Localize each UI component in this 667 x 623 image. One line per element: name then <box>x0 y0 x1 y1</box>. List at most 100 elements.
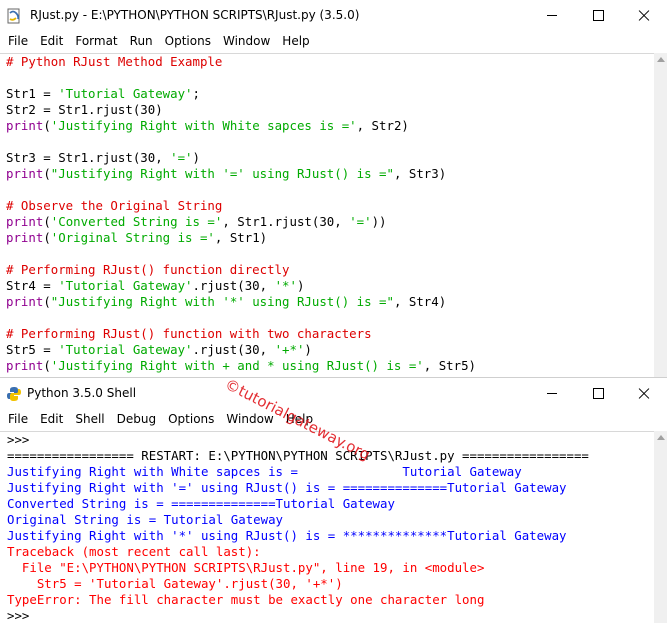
code-token: ================= RESTART: E:\PYTHON\PYT… <box>7 448 589 463</box>
code-token: >>> <box>7 432 37 447</box>
code-token: 'Justifying Right with White sapces is =… <box>50 118 357 133</box>
code-token: # Performing RJust() function directly <box>6 262 290 277</box>
menu-options[interactable]: Options <box>162 409 220 430</box>
code-token: '=' <box>170 150 193 165</box>
maximize-button[interactable] <box>575 0 621 31</box>
code-token: Str2 = Str1.rjust(30) <box>6 102 163 117</box>
menu-window[interactable]: Window <box>220 409 279 430</box>
code-token: Str5 = <box>6 342 59 357</box>
code-token: 'Original String is =' <box>50 230 215 245</box>
code-line: # Performing RJust() function with two c… <box>6 326 654 342</box>
scroll-up-arrow-icon[interactable] <box>657 57 665 62</box>
code-token: , Str4) <box>393 294 447 309</box>
editor-menubar: File Edit Format Run Options Window Help <box>0 31 667 52</box>
code-token: , Str1) <box>214 230 268 245</box>
menu-options[interactable]: Options <box>159 31 217 52</box>
code-token: ( <box>43 214 51 229</box>
code-line: Str2 = Str1.rjust(30) <box>6 102 654 118</box>
code-token: , Str5) <box>423 358 476 373</box>
maximize-button[interactable] <box>575 378 621 409</box>
code-token: ( <box>43 230 51 245</box>
shell-line: Original String is = Tutorial Gateway <box>7 512 654 528</box>
menu-run[interactable]: Run <box>124 31 159 52</box>
menu-edit[interactable]: Edit <box>34 31 69 52</box>
shell-title: Python 3.5.0 Shell <box>27 386 137 400</box>
code-token: ) <box>192 150 200 165</box>
code-token: "Justifying Right with '*' using RJust()… <box>50 294 394 309</box>
code-token: , Str2) <box>356 118 409 133</box>
menu-file[interactable]: File <box>2 31 34 52</box>
shell-line: Converted String is = ==============Tuto… <box>7 496 654 512</box>
close-button[interactable] <box>621 378 667 409</box>
code-token: ( <box>43 358 51 373</box>
code-line: print("Justifying Right with '=' using R… <box>6 166 654 182</box>
code-token: 'Tutorial Gateway' <box>58 86 193 101</box>
code-token: ( <box>43 118 51 133</box>
editor-title: RJust.py - E:\PYTHON\PYTHON SCRIPTS\RJus… <box>30 8 360 22</box>
code-line: print('Justifying Right with + and * usi… <box>6 358 654 374</box>
code-token: Str5 = 'Tutorial Gateway'.rjust(30, '+*'… <box>7 576 343 591</box>
code-token: .rjust(30, <box>192 278 275 293</box>
code-token: Justifying Right with '*' using RJust() … <box>7 528 567 543</box>
shell-line: Justifying Right with '*' using RJust() … <box>7 528 654 544</box>
shell-scrollbar[interactable] <box>654 431 667 623</box>
code-token: , Str1.rjust(30, <box>222 214 350 229</box>
editor-code-area[interactable]: # Python RJust Method Example Str1 = 'Tu… <box>0 53 654 377</box>
minimize-button[interactable] <box>529 0 575 31</box>
editor-scrollbar[interactable] <box>654 53 667 377</box>
code-token: print <box>6 166 44 181</box>
shell-line: Str5 = 'Tutorial Gateway'.rjust(30, '+*'… <box>7 576 654 592</box>
shell-line: TypeError: The fill character must be ex… <box>7 592 654 608</box>
editor-window: RJust.py - E:\PYTHON\PYTHON SCRIPTS\RJus… <box>0 0 667 377</box>
code-token: Str4 = <box>6 278 59 293</box>
code-token: # Observe the Original String <box>6 198 223 213</box>
editor-titlebar[interactable]: RJust.py - E:\PYTHON\PYTHON SCRIPTS\RJus… <box>0 0 667 31</box>
code-token: File "E:\PYTHON\PYTHON SCRIPTS\RJust.py"… <box>7 560 485 575</box>
shell-output-area[interactable]: >>> ================= RESTART: E:\PYTHON… <box>0 431 654 623</box>
menu-shell[interactable]: Shell <box>69 409 110 430</box>
menu-edit[interactable]: Edit <box>34 409 69 430</box>
idle-file-icon <box>7 8 20 24</box>
code-token: Original String is = Tutorial Gateway <box>7 512 284 527</box>
code-token: ) <box>296 278 305 293</box>
code-line: Str5 = 'Tutorial Gateway'.rjust(30, '+*'… <box>6 342 654 358</box>
code-token: '*' <box>274 278 297 293</box>
code-line: Str1 = 'Tutorial Gateway'; <box>6 86 654 102</box>
code-line: print('Converted String is =', Str1.rjus… <box>6 214 654 230</box>
menu-file[interactable]: File <box>2 409 34 430</box>
scroll-up-arrow-icon[interactable] <box>657 435 665 440</box>
menu-help[interactable]: Help <box>280 409 319 430</box>
code-token: # Performing RJust() function with two c… <box>6 326 372 341</box>
shell-titlebar[interactable]: Python 3.5.0 Shell <box>0 378 667 409</box>
shell-line: ================= RESTART: E:\PYTHON\PYT… <box>7 448 654 464</box>
shell-line: Traceback (most recent call last): <box>7 544 654 560</box>
code-token: print <box>6 294 44 309</box>
minimize-button[interactable] <box>529 378 575 409</box>
menu-debug[interactable]: Debug <box>111 409 162 430</box>
shell-window: Python 3.5.0 Shell File Edit Shell Debug… <box>0 377 667 623</box>
shell-menubar: File Edit Shell Debug Options Window Hel… <box>0 409 667 430</box>
code-token: 'Justifying Right with + and * using RJu… <box>50 358 424 373</box>
code-token: ; <box>192 86 200 101</box>
code-token: print <box>6 358 44 373</box>
code-token: "Justifying Right with '=' using RJust()… <box>50 166 394 181</box>
code-token: print <box>6 230 44 245</box>
code-token: # Python RJust Method Example <box>6 54 223 69</box>
code-token: '+*' <box>274 342 305 357</box>
shell-line: >>> <box>7 432 654 448</box>
code-token: Str3 = Str1.rjust(30, <box>6 150 171 165</box>
menu-help[interactable]: Help <box>276 31 315 52</box>
code-token: Str1 = <box>6 86 59 101</box>
code-token: 'Converted String is =' <box>50 214 223 229</box>
menu-format[interactable]: Format <box>69 31 123 52</box>
close-button[interactable] <box>621 0 667 31</box>
code-token: .rjust(30, <box>192 342 275 357</box>
code-token: , Str3) <box>393 166 447 181</box>
code-line: # Python RJust Method Example <box>6 54 654 70</box>
code-token: 'Tutorial Gateway' <box>58 278 193 293</box>
menu-window[interactable]: Window <box>217 31 276 52</box>
code-line: print("Justifying Right with '*' using R… <box>6 294 654 310</box>
code-line: # Performing RJust() function directly <box>6 262 654 278</box>
